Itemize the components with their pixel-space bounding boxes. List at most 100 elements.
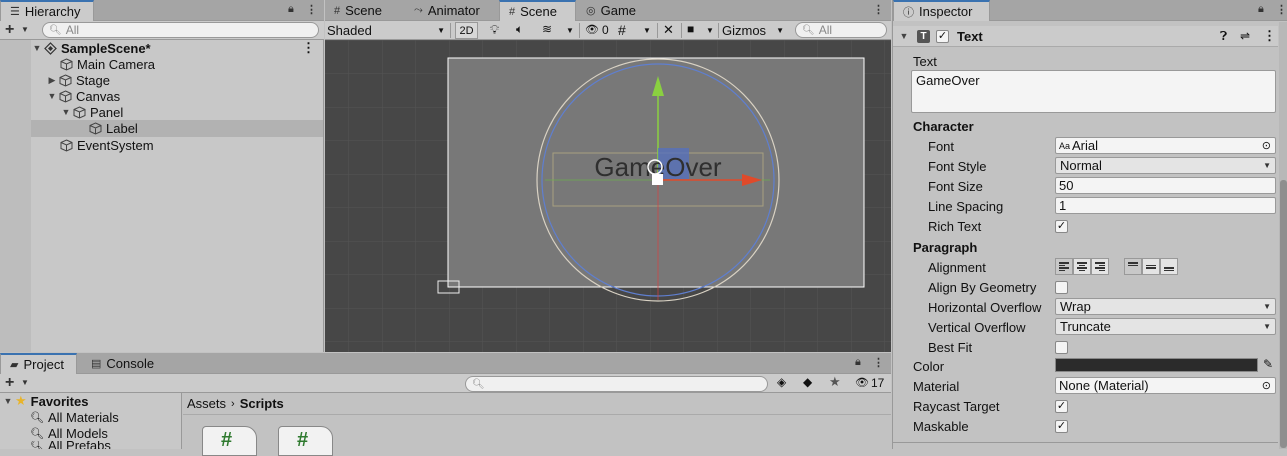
shading-dropdown[interactable]: Shaded ▼ xyxy=(327,21,447,40)
best-fit-checkbox[interactable] xyxy=(1055,341,1068,354)
align-left-button[interactable] xyxy=(1055,258,1073,275)
maskable-checkbox[interactable]: ✓ xyxy=(1055,420,1068,433)
project-content: Assets › Scripts # # xyxy=(183,393,891,456)
chevron-down-icon[interactable]: ▼ xyxy=(21,378,29,387)
align-center-button[interactable] xyxy=(1073,258,1091,275)
eyedropper-icon[interactable]: ✎ xyxy=(1263,357,1273,371)
object-picker-icon[interactable]: ⊙ xyxy=(1262,139,1271,152)
chevron-down-icon[interactable]: ▼ xyxy=(21,25,29,34)
component-title: Text xyxy=(957,28,983,44)
more-options-icon[interactable]: ⋮ xyxy=(1276,3,1287,16)
hidden-packages-count: 17 xyxy=(871,376,885,390)
align-right-button[interactable] xyxy=(1091,258,1109,275)
tab-console[interactable]: ▤ Console xyxy=(82,353,163,374)
text-component-header[interactable]: ▼ T ✓ Text ❓︎ ⇌ ⋮ xyxy=(893,26,1278,47)
tab-game[interactable]: ◎ Game xyxy=(577,0,645,21)
hierarchy-item-label[interactable]: Label xyxy=(0,120,323,137)
hidden-objects-icon[interactable]: 👁︎ xyxy=(585,23,599,36)
material-object-field[interactable]: None (Material) ⊙ xyxy=(1055,377,1276,394)
align-top-button[interactable] xyxy=(1124,258,1142,275)
script-asset-icon[interactable]: # xyxy=(202,426,257,456)
tab-animator[interactable]: ⤳ Animator xyxy=(405,0,489,21)
add-create-button[interactable]: + xyxy=(5,374,14,392)
favorite-star-icon[interactable]: ★ xyxy=(829,374,841,390)
search-by-label-icon[interactable]: ◆ xyxy=(803,375,812,389)
horizontal-overflow-dropdown[interactable]: Wrap ▼ xyxy=(1055,298,1276,315)
add-create-button[interactable]: + xyxy=(5,21,14,39)
lighting-icon[interactable]: 💡︎ xyxy=(490,22,499,38)
tools-icon[interactable]: ✕ xyxy=(663,22,674,38)
collapse-arrow-icon[interactable]: ▼ xyxy=(47,91,57,101)
text-area[interactable]: GameOver xyxy=(911,70,1276,113)
hierarchy-item-canvas[interactable]: ▼ Canvas xyxy=(0,88,323,104)
tab-project[interactable]: ▰ Project xyxy=(0,353,77,374)
script-asset-icon[interactable]: # xyxy=(278,426,333,456)
chevron-down-icon[interactable]: ▼ xyxy=(643,26,651,35)
help-icon[interactable]: ❓︎ xyxy=(1220,29,1227,44)
rich-text-checkbox[interactable]: ✓ xyxy=(1055,220,1068,233)
hidden-packages-icon[interactable]: 👁︎ xyxy=(855,376,869,389)
hierarchy-search-input[interactable]: 🔍︎ All xyxy=(42,22,319,38)
project-search-input[interactable]: 🔍︎ xyxy=(465,376,768,392)
font-size-input[interactable]: 50 xyxy=(1055,177,1276,194)
line-spacing-label: Line Spacing xyxy=(928,199,1004,214)
more-options-icon[interactable]: ⋮ xyxy=(873,356,884,369)
tab-scene-2[interactable]: # Scene xyxy=(499,0,576,21)
lock-icon[interactable]: 🔒︎ xyxy=(288,3,294,16)
inspector-scrollbar[interactable] xyxy=(1279,22,1287,449)
tab-scene-1[interactable]: # Scene xyxy=(325,0,391,21)
component-menu-icon[interactable]: ⋮ xyxy=(1263,28,1276,44)
collapse-arrow-icon[interactable]: ▼ xyxy=(61,107,71,117)
scene-viewport[interactable]: GameOver xyxy=(325,40,891,352)
favorite-item[interactable]: 🔍︎ All Prefabs xyxy=(30,441,111,449)
hierarchy-item-stage[interactable]: ▶ Stage xyxy=(0,72,323,88)
raycast-target-checkbox[interactable]: ✓ xyxy=(1055,400,1068,413)
font-style-dropdown[interactable]: Normal ▼ xyxy=(1055,157,1276,174)
color-swatch[interactable] xyxy=(1055,358,1258,372)
expand-arrow-icon[interactable]: ▼ xyxy=(32,43,42,53)
hierarchy-item-panel[interactable]: ▼ Panel xyxy=(0,104,323,120)
folder-icon: ▰ xyxy=(10,359,19,371)
line-spacing-input[interactable]: 1 xyxy=(1055,197,1276,214)
object-picker-icon[interactable]: ⊙ xyxy=(1262,379,1271,392)
audio-icon[interactable]: 🔈︎ xyxy=(516,22,523,37)
lock-icon[interactable]: 🔒︎ xyxy=(855,356,861,369)
breadcrumb-assets[interactable]: Assets xyxy=(187,396,226,411)
effects-icon[interactable]: ≋ xyxy=(542,22,552,36)
chevron-down-icon: ▼ xyxy=(437,26,445,35)
pivot-handle[interactable] xyxy=(652,174,663,185)
scene-menu-icon[interactable]: ⋮ xyxy=(302,40,315,56)
chevron-down-icon[interactable]: ▼ xyxy=(706,26,714,35)
hierarchy-item-main-camera[interactable]: Main Camera xyxy=(0,56,323,72)
collapse-arrow-icon[interactable]: ▼ xyxy=(899,31,909,41)
tab-hierarchy[interactable]: ☰ Hierarchy xyxy=(0,0,94,21)
camera-icon[interactable]: ■ xyxy=(687,22,694,36)
chevron-down-icon[interactable]: ▼ xyxy=(566,26,574,35)
collapse-arrow-icon[interactable]: ▼ xyxy=(3,396,13,406)
component-enabled-checkbox[interactable]: ✓ xyxy=(936,29,949,43)
more-options-icon[interactable]: ⋮ xyxy=(306,3,317,16)
favorite-item[interactable]: 🔍︎ All Materials xyxy=(30,409,119,425)
search-by-type-icon[interactable]: ◈ xyxy=(777,375,786,389)
expand-arrow-icon[interactable]: ▶ xyxy=(47,75,57,86)
more-options-icon[interactable]: ⋮ xyxy=(873,3,884,16)
favorites-header[interactable]: ▼ ★ Favorites xyxy=(0,393,89,409)
favorite-item[interactable]: 🔍︎ All Models xyxy=(30,425,108,441)
toggle-2d-button[interactable]: 2D xyxy=(455,22,478,39)
presets-icon[interactable]: ⇌ xyxy=(1240,29,1250,43)
grid-snap-icon[interactable]: # xyxy=(618,22,626,38)
align-middle-button[interactable] xyxy=(1142,258,1160,275)
lock-icon[interactable]: 🔒︎ xyxy=(1258,3,1264,16)
scrollbar-thumb[interactable] xyxy=(1280,180,1287,448)
hierarchy-tabbar: ☰ Hierarchy 🔒︎ ⋮ xyxy=(0,0,324,21)
vertical-overflow-dropdown[interactable]: Truncate ▼ xyxy=(1055,318,1276,335)
align-bottom-button[interactable] xyxy=(1160,258,1178,275)
breadcrumb-scripts[interactable]: Scripts xyxy=(240,396,284,411)
scene-search-input[interactable]: 🔍︎ All xyxy=(795,22,887,38)
hierarchy-scene-row[interactable]: ▼ SampleScene* ⋮ xyxy=(0,40,323,56)
tab-inspector[interactable]: ⓘ Inspector xyxy=(893,0,990,21)
gizmos-dropdown[interactable]: Gizmos ▼ xyxy=(722,21,786,40)
hierarchy-item-eventsystem[interactable]: EventSystem xyxy=(0,137,323,153)
font-object-field[interactable]: Aa Arial ⊙ xyxy=(1055,137,1276,154)
align-by-geometry-checkbox[interactable] xyxy=(1055,281,1068,294)
